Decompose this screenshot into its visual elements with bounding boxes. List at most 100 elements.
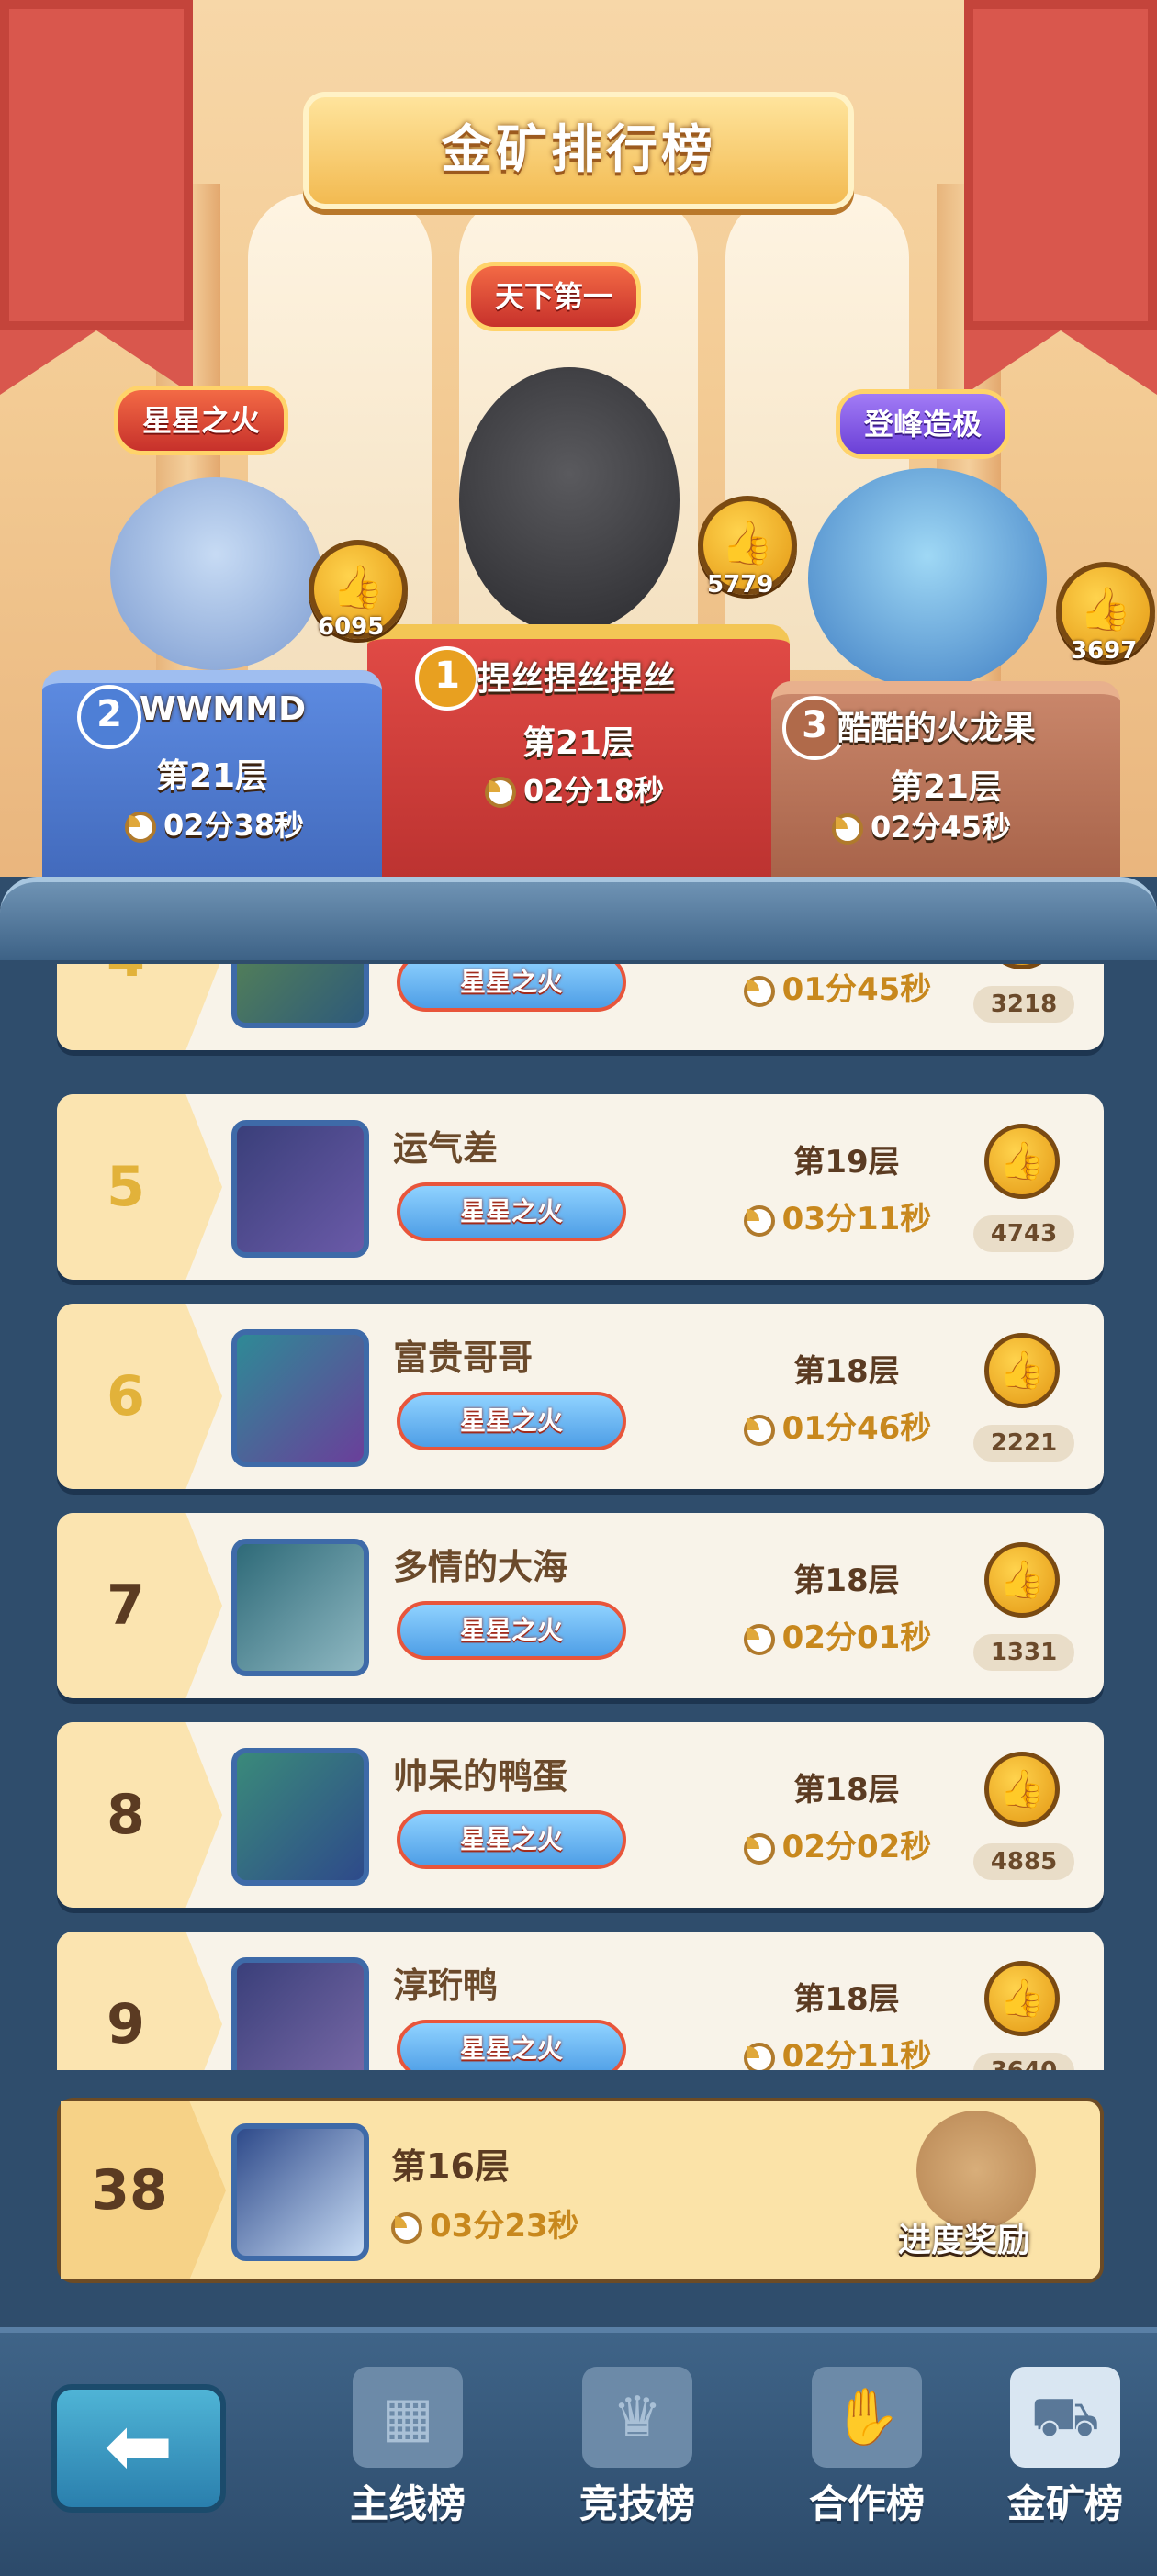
title-tag: 星星之火 xyxy=(397,1182,626,1241)
nav-label: 主线榜 xyxy=(349,2481,466,2526)
title-tag: 星星之火 xyxy=(397,964,626,1012)
list-item[interactable]: 5 运气差 星星之火 第19层 03分11秒 👍 4743 xyxy=(57,1094,1104,1280)
second-place-badge: 星星之火 xyxy=(114,386,289,455)
thumbs-up-icon: 👍 xyxy=(999,1140,1045,1182)
title-ribbon: 金矿排行榜 xyxy=(303,92,854,209)
row-rank: 6 xyxy=(107,1364,145,1428)
clock-icon xyxy=(743,2042,775,2070)
like-button[interactable]: 👍 xyxy=(984,1961,1060,2036)
second-place-name: WWMMD xyxy=(140,690,306,728)
back-button[interactable]: ⬅ xyxy=(51,2384,226,2513)
like-count: 2221 xyxy=(973,1425,1074,1462)
my-rank: 38 xyxy=(91,2158,168,2223)
right-banner xyxy=(964,0,1157,395)
like-button[interactable]: 👍 xyxy=(984,1333,1060,1408)
avatar[interactable] xyxy=(231,964,369,1028)
thumbs-up-icon: 👍 xyxy=(721,518,774,567)
like-count: 3218 xyxy=(973,986,1074,1023)
progress-reward-label[interactable]: 进度奖励 xyxy=(898,2213,1030,2261)
row-time: 02分01秒 xyxy=(781,1619,932,1656)
page-title: 金矿排行榜 xyxy=(441,120,716,180)
thumbs-up-icon: 👍 xyxy=(999,1977,1045,2020)
avatar[interactable] xyxy=(231,1748,369,1886)
like-button[interactable]: 👍 xyxy=(984,1542,1060,1618)
avatar[interactable] xyxy=(231,1120,369,1258)
title-tag: 星星之火 xyxy=(397,1810,626,1869)
first-place-floor: 第21层 xyxy=(522,724,635,762)
nav-main-rank[interactable]: ▦ 主线榜 xyxy=(316,2367,500,2529)
nav-goldmine-rank[interactable]: ⛟ 金矿榜 xyxy=(973,2367,1157,2529)
first-place-like-count: 5779 xyxy=(707,571,774,599)
my-avatar[interactable] xyxy=(231,2123,369,2261)
treasure-chest-icon[interactable] xyxy=(916,2111,1036,2230)
row-name: 帅呆的鸭蛋 xyxy=(393,1756,568,1797)
clock-icon xyxy=(485,777,516,808)
thumbs-up-icon: 👍 xyxy=(999,1350,1045,1392)
row-name: 富贵哥哥 xyxy=(393,1338,534,1378)
clock-icon xyxy=(743,1832,775,1865)
second-place-floor: 第21层 xyxy=(155,757,269,795)
row-rank: 4 xyxy=(57,964,195,1050)
list-item[interactable]: 4 星星之火 01分45秒 👍 3218 xyxy=(57,964,1104,1050)
row-floor: 第19层 xyxy=(793,1144,900,1181)
third-place-time: 02分45秒 xyxy=(871,810,1012,845)
like-button[interactable]: 👍 xyxy=(984,1752,1060,1827)
clock-icon xyxy=(743,1204,775,1237)
first-place-time: 02分18秒 xyxy=(523,773,665,808)
second-place-time: 02分38秒 xyxy=(163,808,305,843)
thumbs-up-icon: 👍 xyxy=(999,1768,1045,1810)
trophy-icon: ♛ xyxy=(582,2367,692,2468)
row-time: 03分11秒 xyxy=(781,1201,932,1238)
like-count: 1331 xyxy=(973,1634,1074,1671)
list-item[interactable]: 7 多情的大海 星星之火 第18层 02分01秒 👍 1331 xyxy=(57,1513,1104,1698)
avatar[interactable] xyxy=(231,1329,369,1467)
list-item[interactable]: 6 富贵哥哥 星星之火 第18层 01分46秒 👍 2221 xyxy=(57,1304,1104,1489)
clock-icon xyxy=(125,812,156,843)
title-tag: 星星之火 xyxy=(397,2020,626,2070)
list-item[interactable]: 8 帅呆的鸭蛋 星星之火 第18层 02分02秒 👍 4885 xyxy=(57,1722,1104,1908)
panel-frame xyxy=(0,877,1157,960)
third-place-character[interactable] xyxy=(808,468,1047,689)
arrow-left-icon: ⬅ xyxy=(104,2398,174,2494)
second-place-character[interactable] xyxy=(110,477,321,670)
like-count: 3640 xyxy=(973,2053,1074,2070)
nav-arena-rank[interactable]: ♛ 竞技榜 xyxy=(545,2367,729,2529)
like-button[interactable]: 👍 xyxy=(984,964,1060,969)
my-time: 03分23秒 xyxy=(430,2208,579,2245)
row-name: 多情的大海 xyxy=(393,1547,568,1587)
podium-icon: ▦ xyxy=(353,2367,463,2468)
row-rank: 5 xyxy=(107,1155,145,1219)
nav-label: 金矿榜 xyxy=(1006,2481,1123,2526)
left-banner xyxy=(0,0,193,395)
row-time: 01分46秒 xyxy=(781,1410,932,1447)
clock-icon xyxy=(743,1414,775,1446)
row-rank: 7 xyxy=(107,1574,145,1638)
row-name: 运气差 xyxy=(393,1128,499,1169)
clock-icon xyxy=(743,1623,775,1655)
row-floor: 第18层 xyxy=(793,1353,900,1390)
row-floor: 第18层 xyxy=(793,1981,900,2018)
first-place-character[interactable] xyxy=(459,367,680,633)
row-time: 02分02秒 xyxy=(781,1829,932,1865)
second-place-like-count: 6095 xyxy=(318,613,385,641)
avatar[interactable] xyxy=(231,1957,369,2070)
row-floor: 第18层 xyxy=(793,1772,900,1809)
clock-icon xyxy=(391,2212,422,2244)
like-button[interactable]: 👍 xyxy=(984,1124,1060,1199)
nav-coop-rank[interactable]: ✋ 合作榜 xyxy=(775,2367,959,2529)
third-place-name: 酷酷的火龙果 xyxy=(837,710,1037,747)
list-item[interactable]: 9 淳珩鸭 星星之火 第18层 02分11秒 👍 3640 xyxy=(57,1932,1104,2070)
first-place-name: 捏丝捏丝捏丝 xyxy=(477,660,677,698)
avatar[interactable] xyxy=(231,1539,369,1676)
first-place-badge: 天下第一 xyxy=(466,262,642,331)
second-place-rank: 2 xyxy=(77,685,141,749)
like-count: 4885 xyxy=(973,1843,1074,1880)
clock-icon xyxy=(832,813,863,845)
row-floor: 第18层 xyxy=(793,1562,900,1599)
my-floor: 第16层 xyxy=(391,2146,510,2187)
leaderboard-list[interactable]: 4 星星之火 01分45秒 👍 3218 5 运气差 星星之火 第19层 03分… xyxy=(0,964,1157,2070)
third-place-like-count: 3697 xyxy=(1071,637,1138,665)
thumbs-up-icon: 👍 xyxy=(331,562,385,611)
mine-cart-icon: ⛟ xyxy=(1010,2367,1120,2468)
my-rank-row[interactable]: 38 第16层 03分23秒 进度奖励 xyxy=(57,2098,1104,2283)
